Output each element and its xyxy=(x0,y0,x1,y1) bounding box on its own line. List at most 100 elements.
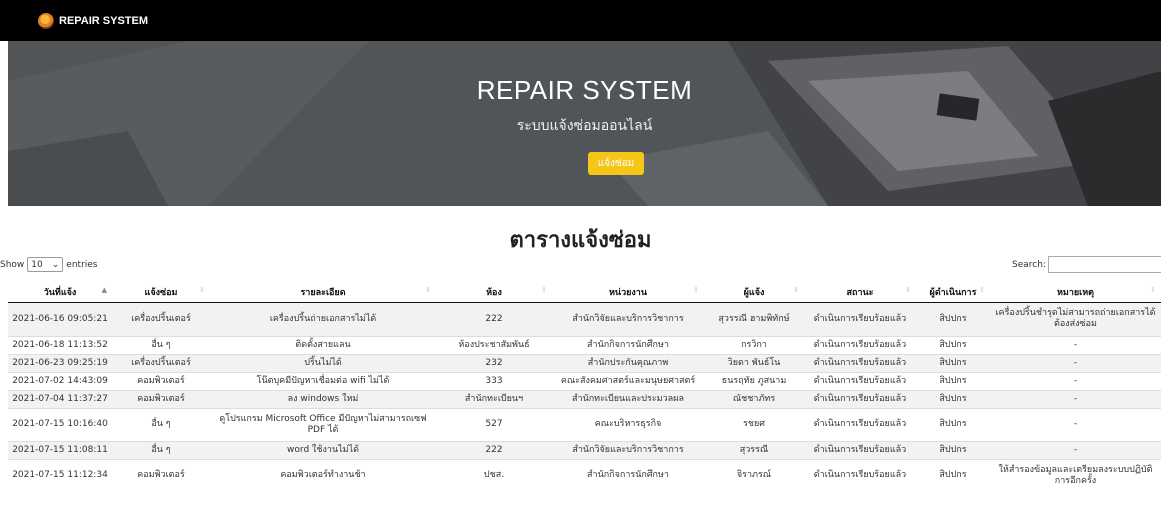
column-header[interactable]: ห้อง ⇕ xyxy=(436,282,552,303)
table-cell: 222 xyxy=(436,301,552,336)
table-cell: ดำเนินการเรียบร้อยแล้ว xyxy=(804,371,916,390)
report-repair-button[interactable]: แจ้งซ่อม xyxy=(588,152,644,175)
table-cell: สำนักกิจการนักศึกษา xyxy=(552,458,704,492)
column-header[interactable]: หมายเหตุ ⇕ xyxy=(990,282,1161,303)
page-length-select[interactable]: 10 ⌄ xyxy=(27,257,64,272)
table-cell: ห้องประชาสัมพันธ์ xyxy=(436,335,552,354)
column-header[interactable]: ผู้ดำเนินการ ⇕ xyxy=(916,282,990,303)
table-cell: สิปปกร xyxy=(916,335,990,354)
repair-logo-icon xyxy=(38,12,54,29)
search-label: Search: xyxy=(1012,259,1046,270)
table-cell: - xyxy=(990,335,1161,354)
table-cell: สิปปกร xyxy=(916,389,990,408)
sort-ascending-icon: ▲ xyxy=(101,286,107,294)
table-cell: คอมพิวเตอร์ทำงานช้า xyxy=(210,458,436,492)
sort-icon: ⇕ xyxy=(425,286,431,294)
table-row[interactable]: 2021-06-18 11:13:52 อื่น ๆติดตั้งสายแลน ห้… xyxy=(8,335,1161,354)
table-cell: กรวิกา xyxy=(704,335,804,354)
table-cell: เครื่องปริ้นเตอร์ xyxy=(112,353,210,372)
table-cell: 2021-06-18 11:13:52 xyxy=(8,335,112,354)
table-cell: ให้สำรองข้อมูลและเตรียมลงระบบปฏิบัติการอ… xyxy=(990,458,1161,492)
sort-icon: ⇕ xyxy=(1150,286,1156,294)
table-cell: ปริ้นไม่ได้ xyxy=(210,353,436,372)
page-length-control: Show 10 ⌄ entries xyxy=(0,257,98,272)
column-header-label: รายละเอียด xyxy=(300,287,346,298)
table-cell: สุวรรณี xyxy=(704,440,804,459)
entries-label: entries xyxy=(66,259,98,270)
table-cell: 2021-07-15 11:12:34 xyxy=(8,458,112,492)
table-cell: - xyxy=(990,389,1161,408)
sort-icon: ⇕ xyxy=(541,286,547,294)
table-cell: 2021-07-04 11:37:27 xyxy=(8,389,112,408)
table-cell: 2021-07-15 10:16:40 xyxy=(8,407,112,441)
column-header-label: วันที่แจ้ง xyxy=(43,287,77,298)
table-cell: คอมพิวเตอร์ xyxy=(112,371,210,390)
page-length-value: 10 xyxy=(31,259,43,270)
table-cell: คอมพิวเตอร์ xyxy=(112,389,210,408)
table-row[interactable]: 2021-07-04 11:37:27 คอมพิวเตอร์ ลง windows… xyxy=(8,389,1161,408)
table-cell: อื่น ๆ xyxy=(112,440,210,459)
hero-title: REPAIR SYSTEM xyxy=(476,75,693,105)
table-cell: ปชส. xyxy=(436,458,552,492)
navbar: REPAIR SYSTEM xyxy=(0,0,1161,41)
table-cell: 222 xyxy=(436,440,552,459)
table-cell: เครื่องปริ้นถ่ายเอกสารไม่ได้ xyxy=(210,301,436,336)
table-row[interactable]: 2021-07-02 14:43:09 คอมพิวเตอร์ โน๊ตบุคมีป… xyxy=(8,371,1161,390)
table-cell: อื่น ๆ xyxy=(112,335,210,354)
column-header-label: ห้อง xyxy=(486,287,502,298)
column-header[interactable]: แจ้งซ่อม ⇕ xyxy=(112,282,210,303)
table-body: 2021-06-16 09:05:21 เครื่องปริ้นเตอร์ เครื… xyxy=(8,301,1161,492)
table-row[interactable]: 2021-07-15 11:12:34 คอมพิวเตอร์ คอมพิวเตอร… xyxy=(8,458,1161,492)
table-cell: สิปปกร xyxy=(916,407,990,441)
table-cell: ดำเนินการเรียบร้อยแล้ว xyxy=(804,353,916,372)
table-cell: สำนักทะเบียนฯ xyxy=(436,389,552,408)
table-cell: สิปปกร xyxy=(916,371,990,390)
table-cell: ณัชชาภัทร xyxy=(704,389,804,408)
table-title: ตารางแจ้งซ่อม xyxy=(509,228,652,253)
table-cell: วิยดา พันธ์โน xyxy=(704,353,804,372)
table-cell: สำนักประกันคุณภาพ xyxy=(552,353,704,372)
brand-link[interactable]: REPAIR SYSTEM xyxy=(38,12,148,29)
table-cell: ดำเนินการเรียบร้อยแล้ว xyxy=(804,389,916,408)
table-cell: ดูโปรแกรม Microsoft Office มีปัญหาไม่สาม… xyxy=(210,407,436,441)
search-input[interactable] xyxy=(1047,256,1161,273)
column-header[interactable]: วันที่แจ้ง ▲ xyxy=(8,282,112,303)
table-cell: ดำเนินการเรียบร้อยแล้ว xyxy=(804,458,916,492)
column-header-label: สถานะ xyxy=(846,287,874,298)
table-cell: 2021-06-16 09:05:21 xyxy=(8,301,112,336)
table-cell: คณะบริหารธุรกิจ xyxy=(552,407,704,441)
table-cell: สำนักวิจัยและบริการวิชาการ xyxy=(552,301,704,336)
table-row[interactable]: 2021-06-16 09:05:21 เครื่องปริ้นเตอร์ เครื… xyxy=(8,301,1161,336)
table-cell: สิปปกร xyxy=(916,301,990,336)
table-cell: 2021-07-15 11:08:11 xyxy=(8,440,112,459)
column-header-label: แจ้งซ่อม xyxy=(144,287,178,298)
table-cell: สำนักวิจัยและบริการวิชาการ xyxy=(552,440,704,459)
table-cell: คณะสังคมศาสตร์และมนุษยศาสตร์ xyxy=(552,371,704,390)
table-cell: สุวรรณี ฮามพิทักษ์ xyxy=(704,301,804,336)
table-cell: จิราภรณ์ xyxy=(704,458,804,492)
hero-subtitle: ระบบแจ้งซ่อมออนไลน์ xyxy=(516,118,653,134)
table-cell: สิปปกร xyxy=(916,353,990,372)
column-header-label: หน่วยงาน xyxy=(608,287,647,298)
table-cell: - xyxy=(990,353,1161,372)
hero-banner: REPAIR SYSTEM ระบบแจ้งซ่อมออนไลน์ แจ้งซ่… xyxy=(8,41,1161,206)
table-row[interactable]: 2021-06-23 09:25:19 เครื่องปริ้นเตอร์ ปริ้… xyxy=(8,353,1161,372)
table-cell: คอมพิวเตอร์ xyxy=(112,458,210,492)
table-cell: ติดตั้งสายแลน xyxy=(210,335,436,354)
table-row[interactable]: 2021-07-15 10:16:40 อื่น ๆดูโปรแกรม Micro… xyxy=(8,407,1161,441)
sort-icon: ⇕ xyxy=(905,286,911,294)
sort-icon: ⇕ xyxy=(793,286,799,294)
table-cell: ลง windows ใหม่ xyxy=(210,389,436,408)
table-cell: - xyxy=(990,371,1161,390)
table-search: Search: xyxy=(1012,256,1161,273)
table-cell: 2021-06-23 09:25:19 xyxy=(8,353,112,372)
column-header-label: ผู้แจ้ง xyxy=(743,287,765,298)
column-header[interactable]: ผู้แจ้ง ⇕ xyxy=(704,282,804,303)
sort-icon: ⇕ xyxy=(979,286,985,294)
column-header[interactable]: รายละเอียด ⇕ xyxy=(210,282,436,303)
table-row[interactable]: 2021-07-15 11:08:11 อื่น ๆ word ใช้งานไม่ไ… xyxy=(8,440,1161,459)
table-cell: เครื่องปริ้นชำรุดไม่สามารถถ่ายเอกสารได้ … xyxy=(990,301,1161,336)
table-cell: ดำเนินการเรียบร้อยแล้ว xyxy=(804,440,916,459)
column-header[interactable]: สถานะ ⇕ xyxy=(804,282,916,303)
column-header[interactable]: หน่วยงาน ⇕ xyxy=(552,282,704,303)
